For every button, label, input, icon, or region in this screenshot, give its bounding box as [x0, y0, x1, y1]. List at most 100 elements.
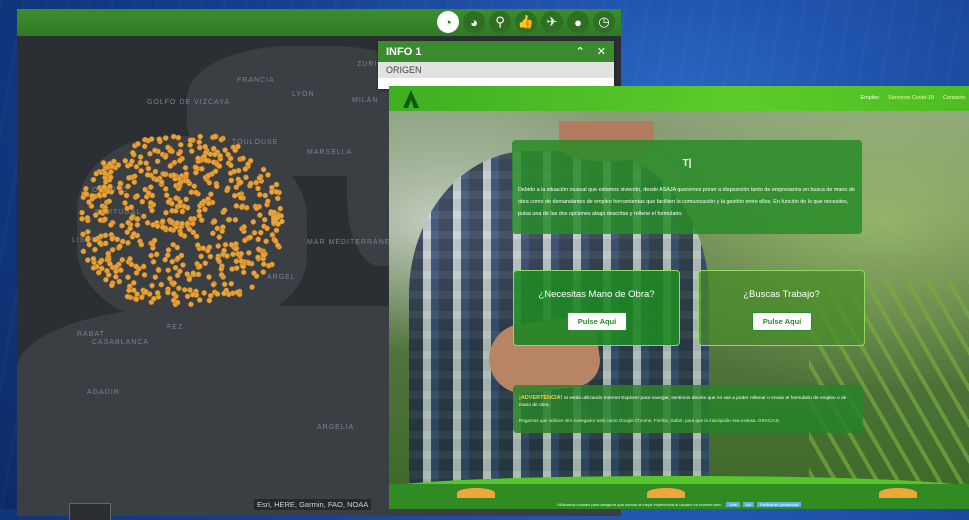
data-point[interactable] — [172, 208, 179, 214]
data-point[interactable] — [161, 171, 168, 178]
data-point[interactable] — [214, 291, 221, 297]
data-point[interactable] — [150, 258, 157, 265]
data-point[interactable] — [274, 242, 281, 249]
data-point[interactable] — [262, 192, 269, 199]
cookie-button[interactable]: No — [742, 502, 754, 507]
data-point[interactable] — [193, 189, 199, 196]
data-point[interactable] — [162, 256, 169, 263]
data-point[interactable] — [196, 144, 203, 151]
data-point[interactable] — [85, 228, 91, 235]
data-point[interactable] — [187, 137, 194, 144]
data-point[interactable] — [233, 258, 240, 265]
data-point[interactable] — [100, 160, 107, 166]
data-point[interactable] — [195, 271, 202, 278]
data-point[interactable] — [131, 230, 137, 237]
data-point[interactable] — [178, 231, 184, 238]
data-point[interactable] — [240, 263, 247, 270]
data-point[interactable] — [154, 158, 161, 165]
data-point[interactable] — [189, 220, 196, 227]
data-point[interactable] — [173, 195, 179, 201]
pie-chart-icon[interactable]: ◕ — [463, 11, 485, 33]
data-point[interactable] — [232, 245, 239, 252]
data-point[interactable] — [188, 148, 195, 154]
data-point[interactable] — [193, 233, 200, 240]
data-point[interactable] — [218, 136, 225, 143]
data-point[interactable] — [203, 157, 209, 164]
nav-link[interactable]: Servicios Covid-19 — [888, 95, 934, 101]
data-point[interactable] — [133, 296, 140, 303]
data-point[interactable] — [211, 218, 218, 225]
data-point[interactable] — [170, 172, 177, 178]
data-point[interactable] — [130, 287, 137, 294]
data-point[interactable] — [187, 142, 193, 148]
data-point[interactable] — [174, 220, 180, 226]
data-point[interactable] — [205, 172, 212, 179]
data-point[interactable] — [227, 170, 234, 176]
data-point[interactable] — [238, 258, 245, 264]
thumbs-up-icon[interactable]: 👍 — [515, 11, 537, 33]
data-point[interactable] — [179, 220, 185, 227]
data-point[interactable] — [273, 227, 280, 234]
data-point[interactable] — [108, 222, 114, 228]
data-point[interactable] — [255, 185, 261, 192]
plane-icon[interactable]: ✈ — [541, 11, 563, 33]
data-point[interactable] — [102, 207, 108, 214]
data-point[interactable] — [83, 190, 89, 197]
data-point[interactable] — [233, 203, 240, 209]
data-point[interactable] — [185, 178, 191, 185]
data-point[interactable] — [167, 226, 174, 233]
data-point[interactable] — [107, 260, 113, 267]
data-point[interactable] — [126, 287, 132, 294]
data-point[interactable] — [251, 229, 258, 236]
data-point[interactable] — [226, 216, 233, 223]
data-point[interactable] — [83, 185, 89, 192]
data-point[interactable] — [197, 133, 204, 140]
data-point[interactable] — [219, 228, 226, 235]
data-point[interactable] — [163, 192, 170, 198]
data-point[interactable] — [247, 234, 254, 241]
data-point[interactable] — [159, 218, 166, 225]
data-point[interactable] — [128, 261, 135, 268]
data-point[interactable] — [144, 171, 151, 178]
data-point[interactable] — [205, 200, 212, 207]
data-point[interactable] — [134, 193, 141, 199]
data-point[interactable] — [199, 165, 205, 172]
data-point[interactable] — [210, 145, 217, 152]
data-point[interactable] — [189, 291, 196, 298]
data-point[interactable] — [138, 168, 144, 174]
data-point[interactable] — [188, 301, 194, 308]
data-point[interactable] — [179, 208, 186, 215]
data-point[interactable] — [256, 175, 263, 181]
data-point[interactable] — [115, 162, 122, 168]
data-point[interactable] — [102, 240, 109, 247]
data-point[interactable] — [162, 154, 169, 160]
data-point[interactable] — [190, 270, 197, 276]
nav-link[interactable]: Empleo — [860, 95, 879, 101]
data-point[interactable] — [116, 278, 123, 285]
data-point[interactable] — [221, 290, 227, 297]
data-point[interactable] — [196, 297, 203, 303]
data-point[interactable] — [243, 204, 250, 211]
data-point[interactable] — [268, 209, 274, 215]
data-point[interactable] — [225, 185, 231, 192]
data-point[interactable] — [152, 274, 159, 280]
data-point[interactable] — [217, 152, 223, 159]
data-point[interactable] — [125, 239, 131, 246]
data-point[interactable] — [235, 143, 241, 150]
data-point[interactable] — [273, 214, 279, 220]
data-point[interactable] — [114, 236, 121, 243]
data-point[interactable] — [143, 288, 149, 295]
data-point[interactable] — [255, 254, 261, 261]
data-point[interactable] — [207, 151, 214, 158]
data-point[interactable] — [246, 260, 252, 266]
data-point[interactable] — [177, 268, 183, 275]
data-point[interactable] — [89, 192, 96, 199]
data-point[interactable] — [84, 215, 91, 221]
data-point[interactable] — [207, 253, 214, 260]
data-point[interactable] — [194, 242, 201, 248]
data-point[interactable] — [162, 135, 169, 141]
data-point[interactable] — [274, 195, 281, 202]
data-point[interactable] — [102, 179, 109, 185]
labor-pulse-button[interactable]: Pulse Aquí — [567, 312, 627, 331]
data-point[interactable] — [265, 172, 271, 178]
